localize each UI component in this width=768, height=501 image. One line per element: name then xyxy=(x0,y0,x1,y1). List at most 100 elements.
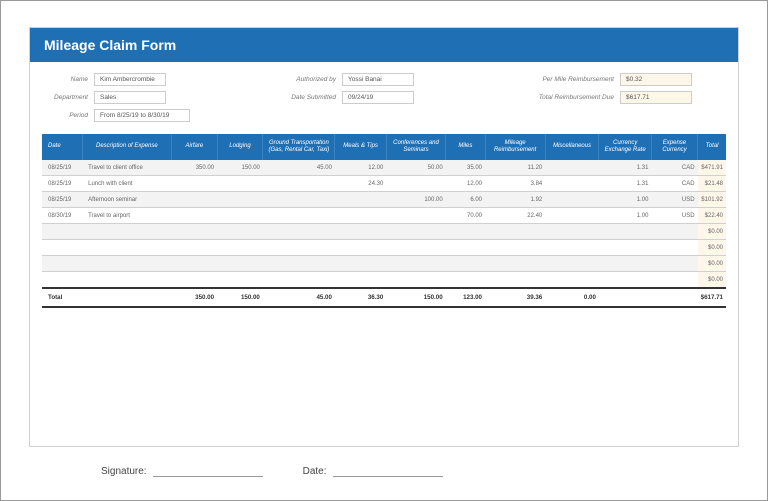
cell-conf[interactable] xyxy=(386,272,445,288)
cell-misc[interactable] xyxy=(545,208,599,224)
cell-airfare[interactable] xyxy=(172,176,217,192)
sig-date-line[interactable] xyxy=(333,465,443,477)
cell-ground[interactable] xyxy=(263,192,335,208)
cell-rate[interactable]: 1.00 xyxy=(599,192,651,208)
cell-desc[interactable] xyxy=(82,240,172,256)
cell-rate[interactable] xyxy=(599,272,651,288)
cell-airfare[interactable] xyxy=(172,272,217,288)
cell-ground[interactable]: 45.00 xyxy=(263,160,335,176)
cell-milere[interactable]: 3.84 xyxy=(485,176,545,192)
department-value[interactable]: Sales xyxy=(94,91,166,104)
cell-conf[interactable]: 50.00 xyxy=(386,160,445,176)
cell-date[interactable]: 08/25/19 xyxy=(42,176,82,192)
cell-meals[interactable] xyxy=(335,224,386,240)
cell-miles[interactable] xyxy=(446,240,485,256)
cell-desc[interactable]: Lunch with client xyxy=(82,176,172,192)
cell-milere[interactable]: 1.92 xyxy=(485,192,545,208)
cell-conf[interactable] xyxy=(386,256,445,272)
cell-curr[interactable]: CAD xyxy=(651,176,697,192)
cell-lodging[interactable] xyxy=(217,224,263,240)
cell-milere[interactable]: 11.20 xyxy=(485,160,545,176)
cell-ground[interactable] xyxy=(263,240,335,256)
cell-meals[interactable] xyxy=(335,272,386,288)
cell-meals[interactable] xyxy=(335,208,386,224)
cell-rate[interactable] xyxy=(599,240,651,256)
cell-conf[interactable] xyxy=(386,208,445,224)
cell-miles[interactable]: 35.00 xyxy=(446,160,485,176)
cell-date[interactable]: 08/30/19 xyxy=(42,208,82,224)
cell-milere[interactable] xyxy=(485,240,545,256)
cell-ground[interactable] xyxy=(263,224,335,240)
cell-airfare[interactable] xyxy=(172,240,217,256)
cell-milere[interactable] xyxy=(485,272,545,288)
cell-curr[interactable] xyxy=(651,240,697,256)
permile-value[interactable]: $0.32 xyxy=(620,73,692,86)
cell-misc[interactable] xyxy=(545,160,599,176)
cell-curr[interactable]: CAD xyxy=(651,160,697,176)
cell-lodging[interactable] xyxy=(217,256,263,272)
cell-conf[interactable]: 100.00 xyxy=(386,192,445,208)
cell-airfare[interactable]: 350.00 xyxy=(172,160,217,176)
cell-rate[interactable]: 1.00 xyxy=(599,208,651,224)
cell-miles[interactable] xyxy=(446,256,485,272)
name-value[interactable]: Kim Ambercrombie xyxy=(94,73,166,86)
cell-airfare[interactable] xyxy=(172,208,217,224)
cell-lodging[interactable] xyxy=(217,176,263,192)
cell-milere[interactable] xyxy=(485,256,545,272)
cell-misc[interactable] xyxy=(545,272,599,288)
cell-milere[interactable]: 22.40 xyxy=(485,208,545,224)
cell-airfare[interactable] xyxy=(172,256,217,272)
cell-milere[interactable] xyxy=(485,224,545,240)
cell-desc[interactable] xyxy=(82,272,172,288)
signature-line[interactable] xyxy=(153,465,263,477)
cell-rate[interactable]: 1.31 xyxy=(599,160,651,176)
cell-meals[interactable]: 12.00 xyxy=(335,160,386,176)
cell-rate[interactable] xyxy=(599,224,651,240)
cell-date[interactable] xyxy=(42,224,82,240)
cell-ground[interactable] xyxy=(263,272,335,288)
cell-misc[interactable] xyxy=(545,192,599,208)
cell-meals[interactable]: 24.30 xyxy=(335,176,386,192)
cell-date[interactable]: 08/25/19 xyxy=(42,192,82,208)
cell-desc[interactable] xyxy=(82,256,172,272)
cell-meals[interactable] xyxy=(335,256,386,272)
cell-meals[interactable] xyxy=(335,192,386,208)
cell-miles[interactable]: 12.00 xyxy=(446,176,485,192)
cell-lodging[interactable] xyxy=(217,240,263,256)
cell-desc[interactable] xyxy=(82,224,172,240)
cell-desc[interactable]: Travel to airport xyxy=(82,208,172,224)
cell-date[interactable]: 08/25/19 xyxy=(42,160,82,176)
cell-conf[interactable] xyxy=(386,224,445,240)
cell-miles[interactable]: 6.00 xyxy=(446,192,485,208)
cell-airfare[interactable] xyxy=(172,192,217,208)
cell-curr[interactable] xyxy=(651,224,697,240)
cell-lodging[interactable] xyxy=(217,272,263,288)
cell-meals[interactable] xyxy=(335,240,386,256)
cell-curr[interactable]: USD xyxy=(651,208,697,224)
cell-desc[interactable]: Travel to client office xyxy=(82,160,172,176)
cell-rate[interactable]: 1.31 xyxy=(599,176,651,192)
cell-miles[interactable] xyxy=(446,272,485,288)
cell-desc[interactable]: Afternoon seminar xyxy=(82,192,172,208)
cell-ground[interactable] xyxy=(263,176,335,192)
cell-conf[interactable] xyxy=(386,240,445,256)
cell-date[interactable] xyxy=(42,272,82,288)
cell-ground[interactable] xyxy=(263,208,335,224)
cell-lodging[interactable] xyxy=(217,192,263,208)
cell-lodging[interactable] xyxy=(217,208,263,224)
cell-curr[interactable]: USD xyxy=(651,192,697,208)
cell-conf[interactable] xyxy=(386,176,445,192)
auth-value[interactable]: Yossi Banai xyxy=(342,73,414,86)
period-value[interactable]: From 8/25/19 to 8/30/19 xyxy=(94,109,190,122)
cell-miles[interactable] xyxy=(446,224,485,240)
cell-misc[interactable] xyxy=(545,224,599,240)
cell-misc[interactable] xyxy=(545,240,599,256)
submitted-value[interactable]: 09/24/19 xyxy=(342,91,414,104)
cell-misc[interactable] xyxy=(545,256,599,272)
cell-curr[interactable] xyxy=(651,256,697,272)
cell-rate[interactable] xyxy=(599,256,651,272)
cell-date[interactable] xyxy=(42,240,82,256)
cell-date[interactable] xyxy=(42,256,82,272)
cell-ground[interactable] xyxy=(263,256,335,272)
cell-lodging[interactable]: 150.00 xyxy=(217,160,263,176)
